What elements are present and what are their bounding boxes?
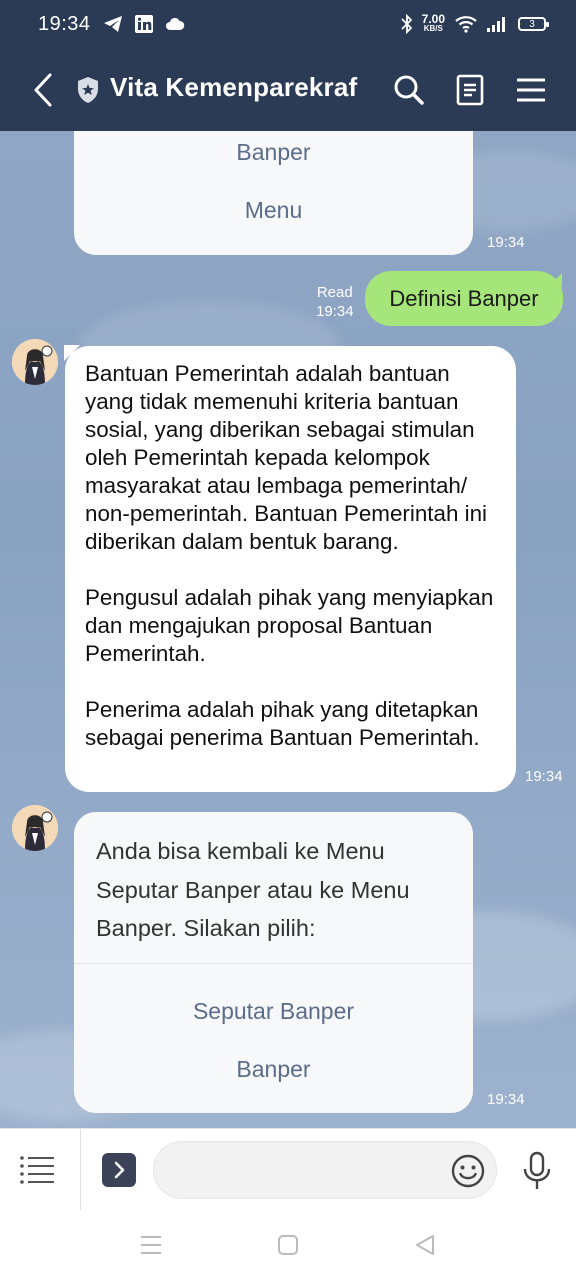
menu-button[interactable]: [511, 70, 551, 110]
recent-apps-icon: [141, 1236, 161, 1254]
input-divider: [80, 1129, 81, 1211]
quick-reply-card: Banper Menu: [74, 131, 473, 255]
linkedin-icon: [134, 15, 153, 33]
quick-reply-card: Anda bisa kembali ke Menu Seputar Banper…: [74, 812, 473, 1113]
message-timestamp: 19:34: [487, 234, 525, 251]
message-input-bar: [0, 1128, 576, 1211]
bot-paragraph: Pengusul adalah pihak yang menyiapkan da…: [85, 585, 494, 666]
quick-reply-seputar-banper[interactable]: Seputar Banper: [74, 998, 473, 1025]
rich-menu-button[interactable]: [18, 1151, 58, 1187]
battery-icon: 3: [518, 17, 549, 31]
chevron-right-icon: [114, 1161, 125, 1179]
status-time: 19:34: [38, 12, 91, 35]
status-bar: 19:34 7.00 KB/S 3: [0, 0, 576, 48]
quick-reply-banper[interactable]: Banper: [74, 139, 473, 166]
bluetooth-icon: [401, 14, 413, 34]
quick-reply-menu[interactable]: Menu: [74, 197, 473, 224]
microphone-icon: [523, 1151, 551, 1189]
read-label: Read: [316, 284, 353, 301]
back-triangle-icon: [416, 1235, 434, 1255]
system-nav-bar: [0, 1210, 576, 1280]
bot-avatar[interactable]: [12, 339, 58, 385]
wifi-icon: [454, 15, 478, 33]
read-receipt: Read 19:34: [316, 283, 354, 321]
signal-icon: [487, 16, 509, 32]
bot-avatar-icon: [12, 805, 58, 851]
emoji-button[interactable]: [450, 1153, 486, 1189]
card-divider: [74, 963, 473, 964]
bot-paragraph: Bantuan Pemerintah adalah bantuan yang t…: [85, 361, 488, 554]
list-icon: [20, 1156, 54, 1184]
bot-message-bubble[interactable]: Bantuan Pemerintah adalah bantuan yang t…: [65, 346, 516, 792]
verified-shield-icon: [78, 77, 98, 103]
search-button[interactable]: [389, 70, 429, 110]
chat-header: Vita Kemenparekraf: [0, 48, 576, 131]
message-input[interactable]: [153, 1141, 497, 1199]
card-message-text: Anda bisa kembali ke Menu Seputar Banper…: [96, 838, 410, 941]
bot-paragraph: Penerima adalah pihak yang ditetapkan se…: [85, 697, 480, 750]
back-button[interactable]: [26, 70, 60, 110]
user-message-text: Definisi Banper: [389, 285, 539, 311]
smiley-icon: [451, 1154, 485, 1188]
home-icon: [278, 1235, 298, 1255]
bot-avatar-icon: [12, 339, 58, 385]
net-speed-unit: KB/S: [423, 24, 443, 33]
bot-avatar[interactable]: [12, 805, 58, 851]
message-timestamp: 19:34: [316, 303, 354, 320]
message-timestamp: 19:34: [525, 768, 563, 785]
nav-recent-button[interactable]: [136, 1230, 166, 1260]
notes-icon: [456, 74, 484, 106]
telegram-icon: [103, 15, 123, 33]
expand-button[interactable]: [102, 1153, 136, 1187]
notes-button[interactable]: [450, 70, 490, 110]
hamburger-icon: [517, 78, 545, 102]
chat-area[interactable]: Banper Menu 19:34 Read 19:34 Definisi Ba…: [0, 131, 576, 1128]
net-speed-value: 7.00: [421, 12, 445, 26]
cloud-icon: [165, 17, 185, 31]
quick-reply-banper[interactable]: Banper: [74, 1056, 473, 1083]
battery-level: 3: [529, 18, 535, 30]
search-icon: [394, 75, 424, 105]
message-timestamp: 19:34: [487, 1091, 525, 1108]
chevron-left-icon: [34, 73, 52, 107]
network-speed: 7.00 KB/S: [421, 12, 445, 33]
chat-title: Vita Kemenparekraf: [110, 72, 358, 102]
voice-button[interactable]: [520, 1151, 554, 1191]
nav-home-button[interactable]: [273, 1230, 303, 1260]
nav-back-button[interactable]: [410, 1230, 440, 1260]
user-message-bubble[interactable]: Definisi Banper: [365, 271, 563, 326]
